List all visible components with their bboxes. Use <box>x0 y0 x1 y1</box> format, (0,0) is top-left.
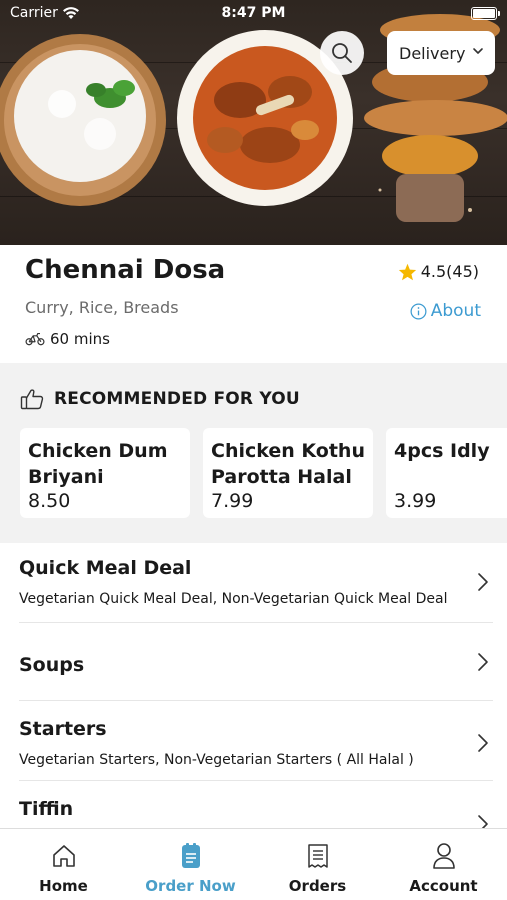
tab-order-now-label: Order Now <box>145 877 236 895</box>
order-now-icon <box>181 843 200 868</box>
battery-icon <box>471 7 497 20</box>
tab-home[interactable]: Home <box>0 841 127 895</box>
chevron-right-icon <box>478 653 488 671</box>
about-link[interactable]: About <box>410 301 481 321</box>
about-label: About <box>430 301 481 321</box>
recommended-item-name: Chicken Kothu Parotta Halal <box>211 440 365 488</box>
recommended-item-name: Chicken Dum Briyani <box>28 440 168 488</box>
info-icon <box>410 303 427 319</box>
recommended-item-price: 7.99 <box>211 490 254 512</box>
search-icon <box>332 43 352 63</box>
rating-value: 4.5(45) <box>420 262 479 281</box>
recommended-item[interactable]: 4pcs Idly 3.99 <box>386 428 507 518</box>
tab-account[interactable]: Account <box>380 841 507 895</box>
account-icon <box>432 843 455 869</box>
category-title: Tiffin <box>19 798 74 820</box>
bottom-tab-bar: Home Order Now Orders Account <box>0 828 507 900</box>
tab-orders[interactable]: Orders <box>254 841 381 895</box>
recommended-item[interactable]: Chicken Dum Briyani 8.50 <box>20 428 190 518</box>
category-row-tiffin[interactable]: Tiffin <box>0 781 507 833</box>
category-row-starters[interactable]: Starters Vegetarian Starters, Non-Vegeta… <box>0 701 507 781</box>
chevron-right-icon <box>478 734 488 752</box>
search-button[interactable] <box>320 31 364 75</box>
home-icon <box>52 845 75 867</box>
category-title: Starters <box>19 718 107 740</box>
recommended-heading: RECOMMENDED FOR YOU <box>20 388 300 410</box>
delivery-mode-label: Delivery <box>399 43 466 63</box>
category-subtitle: Vegetarian Quick Meal Deal, Non-Vegetari… <box>19 591 448 607</box>
category-title: Quick Meal Deal <box>19 557 192 579</box>
orders-icon <box>307 844 328 868</box>
tab-account-label: Account <box>409 877 478 895</box>
category-row-soups[interactable]: Soups <box>0 623 507 701</box>
delivery-mode-dropdown[interactable]: Delivery <box>387 31 495 75</box>
tab-orders-label: Orders <box>288 877 347 895</box>
delivery-time-value: 60 mins <box>50 330 110 348</box>
category-row-quick-meal-deal[interactable]: Quick Meal Deal Vegetarian Quick Meal De… <box>0 543 507 623</box>
delivery-time: 60 mins <box>25 330 110 348</box>
status-bar: Carrier 8:47 PM <box>0 0 507 28</box>
recommended-section: RECOMMENDED FOR YOU Chicken Dum Briyani … <box>0 363 507 543</box>
restaurant-name: Chennai Dosa <box>25 255 226 285</box>
clock-time: 8:47 PM <box>221 5 286 21</box>
tab-order-now[interactable]: Order Now <box>127 841 254 895</box>
restaurant-info: Chennai Dosa 4.5(45) Curry, Rice, Breads… <box>0 245 507 363</box>
restaurant-cuisine: Curry, Rice, Breads <box>25 298 179 317</box>
hero-banner: Carrier 8:47 PM Delivery <box>0 0 507 245</box>
tab-home-label: Home <box>39 877 88 895</box>
star-icon <box>398 263 416 280</box>
recommended-item[interactable]: Chicken Kothu Parotta Halal 7.99 <box>203 428 373 518</box>
chevron-right-icon <box>478 573 488 591</box>
thumbs-up-icon <box>20 389 44 410</box>
recommended-item-price: 8.50 <box>28 490 71 512</box>
chevron-down-icon <box>473 48 483 54</box>
recommended-item-price: 3.99 <box>394 490 437 512</box>
category-subtitle: Vegetarian Starters, Non-Vegetarian Star… <box>19 752 414 768</box>
restaurant-rating: 4.5(45) <box>398 262 479 281</box>
recommended-item-name: 4pcs Idly <box>394 440 490 462</box>
category-title: Soups <box>19 654 85 676</box>
scooter-icon <box>25 332 45 346</box>
recommended-title: RECOMMENDED FOR YOU <box>54 389 300 409</box>
